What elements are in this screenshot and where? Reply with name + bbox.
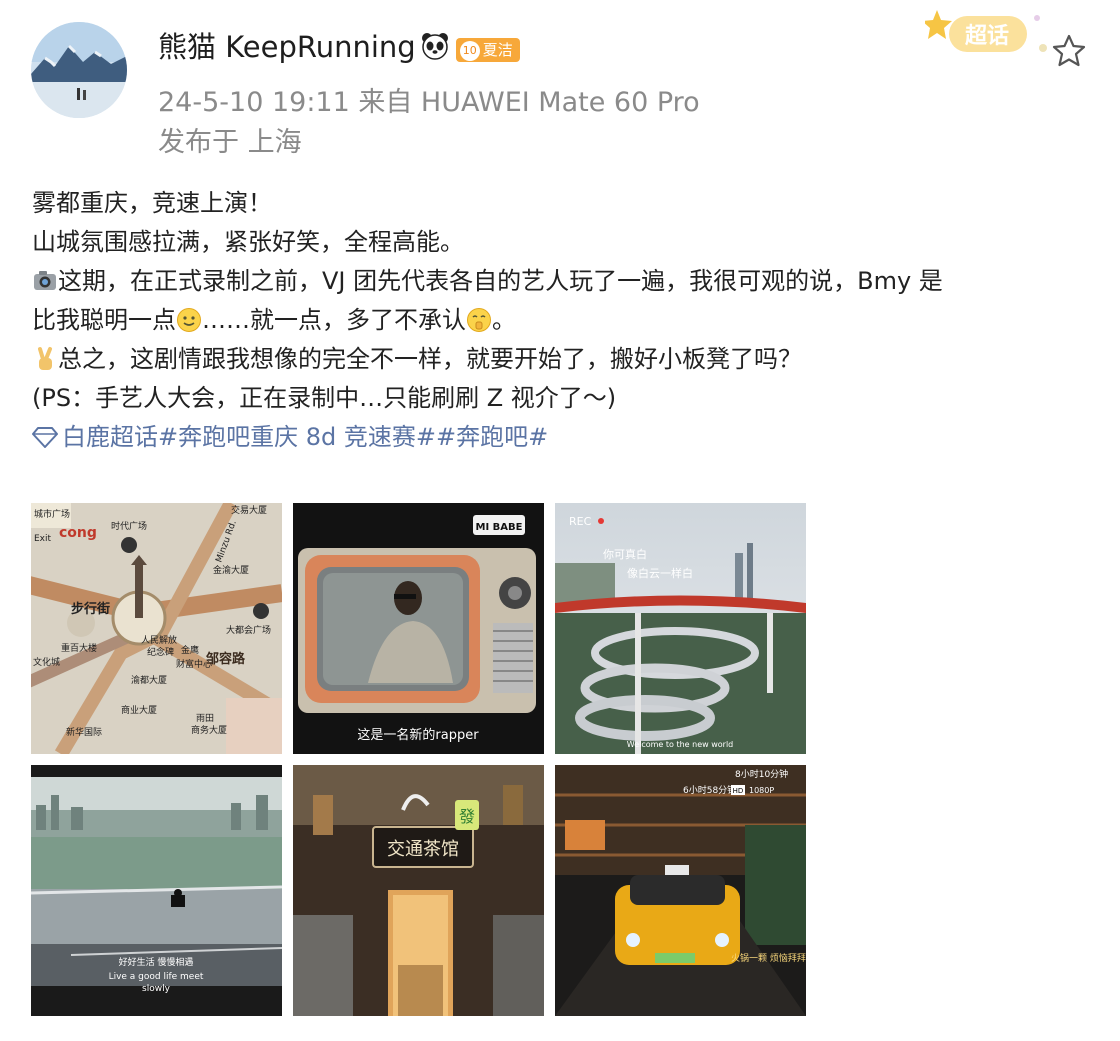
camera-emoji-icon (34, 271, 56, 290)
rec-label: REC (569, 515, 592, 528)
mahjong-tile: 發 (459, 807, 475, 826)
map-label: 商务大厦 (191, 724, 227, 736)
post-line-4: 比我聪明一点 ……就一点，多了不承认。 (32, 306, 516, 334)
subtitle-3: slowly (142, 984, 171, 994)
map-label: 文化城 (33, 656, 60, 668)
shush-emoji-icon (467, 308, 491, 332)
post-content: 雾都重庆，竞速上演！ 山城氛围感拉满，紧张好笑，全程高能。 这期，在正式录制之前… (32, 184, 1092, 457)
chaohua-label: 超话 (965, 24, 1009, 49)
time-label-1: 8小时10分钟 (735, 768, 788, 780)
image-river-bridge-rider[interactable]: 好好生活 慢慢相遇 Live a good life meet slowly (31, 765, 282, 1016)
map-label: 渝都大厦 (131, 674, 167, 686)
overlay-bottom-text: Welcome to the new world (627, 740, 734, 749)
victory-hand-emoji-icon (38, 347, 52, 370)
panda-icon (421, 33, 448, 60)
map-label: 金鹰 (181, 644, 199, 656)
map-label: 人民解放 (141, 634, 177, 646)
tv-caption: 这是一名新的rapper (357, 727, 479, 743)
image-red-bridge-interchange[interactable]: REC 你可真白 像白云一样白 Welcome to the new world (555, 503, 806, 754)
time-label-2: 6小时58分钟 (683, 784, 736, 796)
taxi-caption: 火锅一颗 烦恼拜拜 (731, 952, 806, 964)
overlay-text-2: 像白云一样白 (627, 566, 693, 580)
map-label: 邹容路 (206, 651, 246, 667)
post-line-5: 总之，这剧情跟我想像的完全不一样，就要开始了，搬好小板凳了吗？ (32, 340, 1092, 379)
post-tags[interactable]: 白鹿超话#奔跑吧重庆 8d 竞速赛##奔跑吧# (32, 418, 1092, 457)
map-label: 时代广场 (111, 520, 147, 532)
tv-sign-text: MI BABE (476, 522, 523, 533)
avatar[interactable] (31, 22, 127, 118)
map-label: Exit (34, 534, 52, 544)
map-label: 纪念碑 (147, 646, 174, 658)
post-line-1: 雾都重庆，竞速上演！ (32, 189, 272, 217)
map-label: 新华国际 (66, 726, 102, 738)
resolution-label: 1080P (749, 786, 774, 795)
subtitle-1: 好好生活 慢慢相遇 (119, 956, 194, 968)
author-name[interactable]: 熊猫 KeepRunning (158, 30, 416, 64)
chaohua-diamond-icon (32, 427, 58, 448)
map-label: 商业大厦 (121, 704, 157, 716)
post-location: 发布于 上海 (158, 127, 302, 158)
badge-label: 夏洁 (482, 41, 513, 59)
hd-label: HD (733, 787, 744, 795)
map-label: 交易大厦 (231, 504, 267, 516)
map-label: 城市广场 (34, 508, 70, 520)
map-label: 雨田 (196, 713, 214, 724)
map-label: 金渝大厦 (213, 564, 249, 576)
star-outline-icon[interactable] (1051, 33, 1087, 69)
post-line-6: (PS：手艺人大会，正在录制中…只能刷刷 Z 视介了～) (32, 384, 617, 412)
badge-level: 10 (459, 41, 480, 61)
overlay-text-1: 你可真白 (603, 547, 647, 561)
fan-badge[interactable]: 10 夏洁 (455, 38, 520, 62)
map-label: 步行街 (71, 601, 110, 617)
author-name-row[interactable]: 熊猫 KeepRunning 10 夏洁 (158, 24, 520, 66)
map-label: 重百大楼 (61, 642, 97, 654)
image-jiaotong-teahouse[interactable]: 交通茶馆 發 (293, 765, 544, 1016)
map-label: 大都会广场 (226, 624, 271, 636)
chaohua-icon[interactable]: 超话 (925, 6, 1055, 66)
image-retro-tv[interactable]: MI BABE 这是一名新的rapper (293, 503, 544, 754)
post-line-2: 山城氛围感拉满，紧张好笑，全程高能。 (32, 228, 464, 256)
image-yellow-taxi-tunnel[interactable]: 8小时10分钟 6小时58分钟 HD 1080P 火锅一颗 烦恼拜拜 (555, 765, 806, 1016)
teahouse-sign: 交通茶馆 (387, 839, 459, 860)
subtitle-2: Live a good life meet (109, 972, 204, 982)
post-line-3: 这期，在正式录制之前，VJ 团先代表各自的艺人玩了一遍，我很可观的说，Bmy 是 (32, 262, 1092, 301)
image-chongqing-map[interactable]: 城市广场 时代广场 交易大厦 Minzu Rd. 金渝大厦 人民解放 纪念碑 步… (31, 503, 282, 754)
smile-emoji-icon (177, 308, 201, 332)
post-time-source: 24-5-10 19:11 来自 HUAWEI Mate 60 Pro (158, 87, 700, 118)
map-label: cong (59, 525, 97, 541)
